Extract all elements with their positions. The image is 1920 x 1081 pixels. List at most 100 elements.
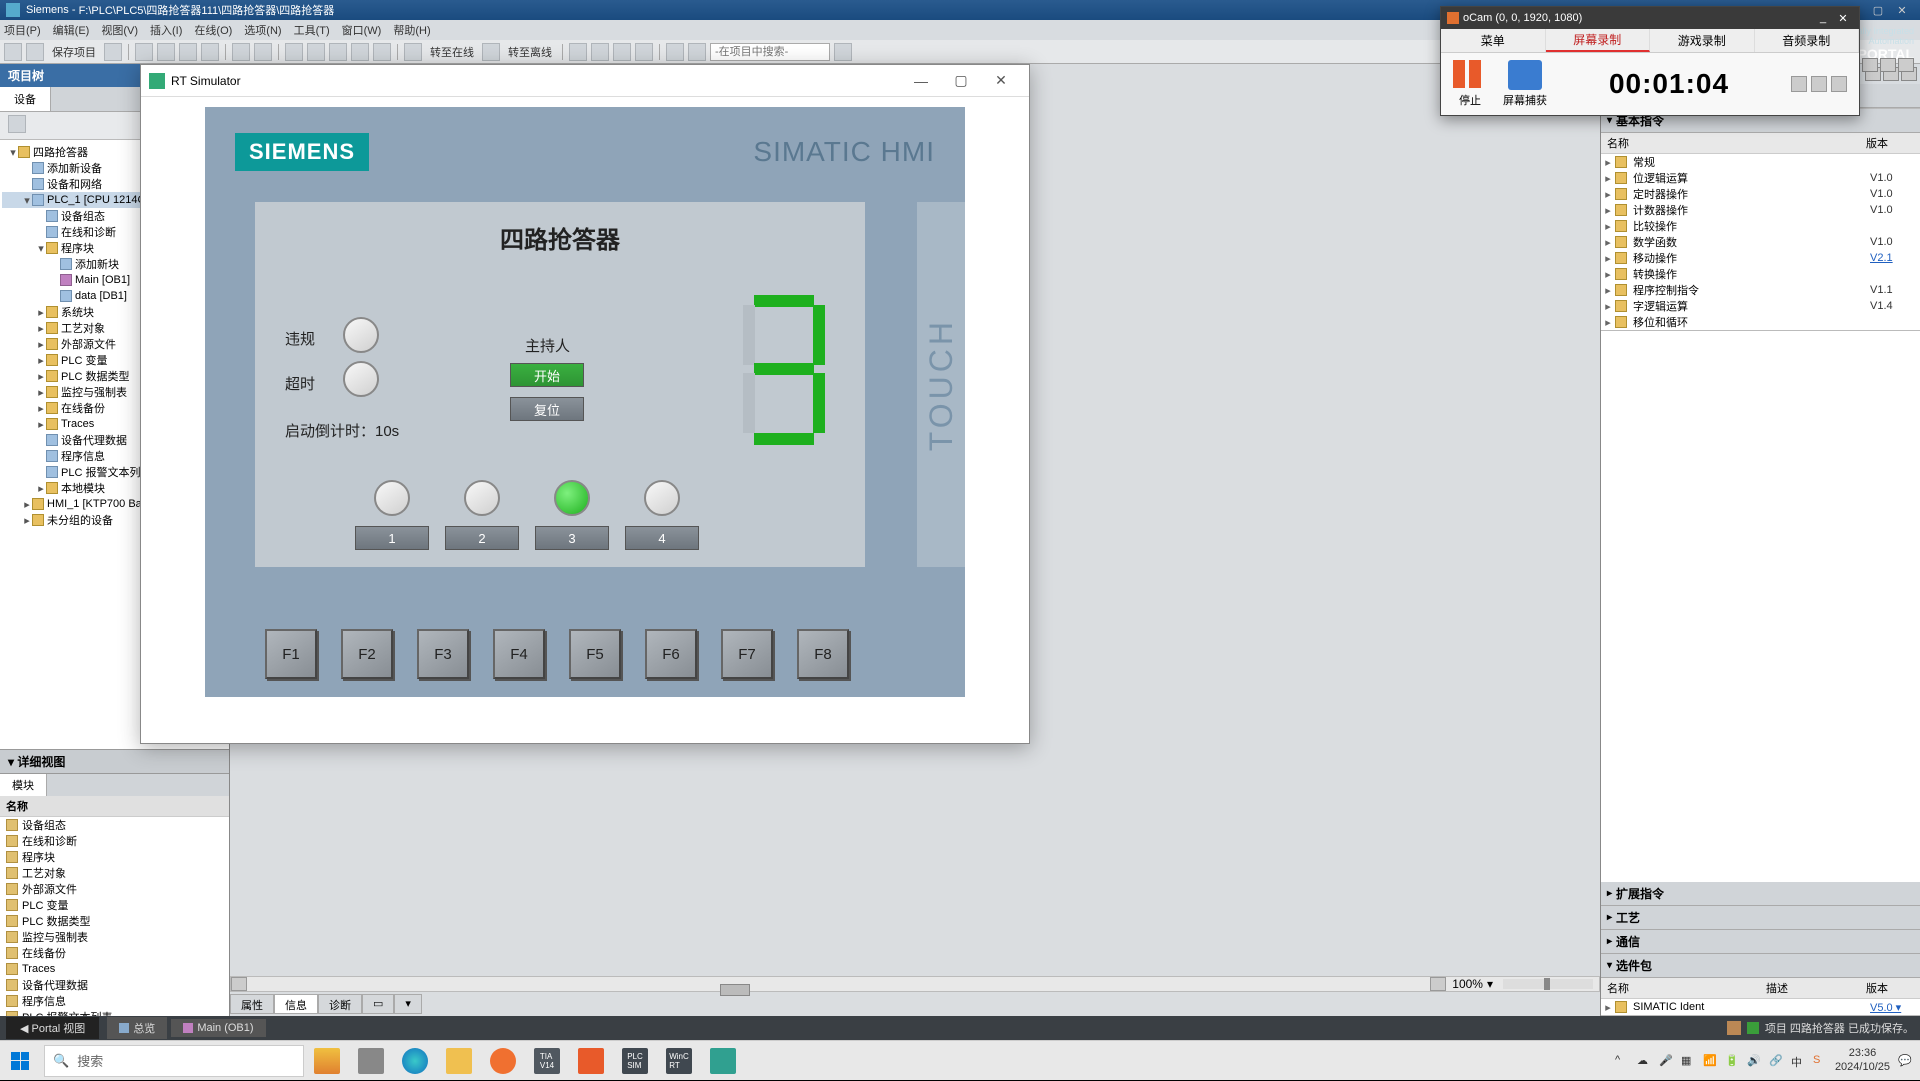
section-options[interactable]: ▾选件包 <box>1601 954 1920 978</box>
tool-sim-icon[interactable] <box>351 43 369 61</box>
expand-icon[interactable]: ▸ <box>36 322 46 335</box>
fkey-f2[interactable]: F2 <box>341 629 393 679</box>
expand-icon[interactable]: ▸ <box>1601 1001 1615 1014</box>
tool-print-icon[interactable] <box>104 43 122 61</box>
fkey-f7[interactable]: F7 <box>721 629 773 679</box>
expand-icon[interactable]: ▸ <box>36 482 46 495</box>
fkey-f6[interactable]: F6 <box>645 629 697 679</box>
col-name[interactable]: 名称 <box>1601 978 1760 998</box>
tool-compile-icon[interactable] <box>285 43 303 61</box>
instruction-row[interactable]: ▸移位和循环 <box>1601 314 1920 330</box>
detail-row[interactable]: Traces <box>0 961 229 977</box>
ocam-capture-button[interactable]: 屏幕捕获 <box>1503 60 1547 108</box>
tb-app-explorer[interactable] <box>440 1042 478 1080</box>
tool-split2-icon[interactable] <box>688 43 706 61</box>
tab-info[interactable]: 信息 <box>274 994 318 1014</box>
taskbar-search[interactable]: 🔍 搜索 <box>44 1045 304 1077</box>
menu-help[interactable]: 帮助(H) <box>393 22 430 38</box>
menu-tools[interactable]: 工具(T) <box>294 22 330 38</box>
sim-minimize-button[interactable]: — <box>901 67 941 95</box>
menu-options[interactable]: 选项(N) <box>244 22 281 38</box>
start-button[interactable] <box>0 1041 40 1081</box>
instruction-row[interactable]: ▸计数器操作V1.0 <box>1601 202 1920 218</box>
tray-onedrive-icon[interactable]: ☁ <box>1637 1054 1651 1068</box>
detail-row[interactable]: 监控与强制表 <box>0 929 229 945</box>
instruction-version[interactable]: V2.1 <box>1870 252 1920 264</box>
fkey-f5[interactable]: F5 <box>569 629 621 679</box>
tb-app-plcsim[interactable]: PLCSIM <box>616 1042 654 1080</box>
tool-split1-icon[interactable] <box>666 43 684 61</box>
tb-app-taskview[interactable] <box>352 1042 390 1080</box>
col-name[interactable]: 名称 <box>1601 133 1860 153</box>
tool-save-label[interactable]: 保存项目 <box>48 44 100 60</box>
fkey-f4[interactable]: F4 <box>493 629 545 679</box>
section-communication[interactable]: ▸通信 <box>1601 930 1920 954</box>
col-description[interactable]: 描述 <box>1760 978 1860 998</box>
detail-row[interactable]: 设备代理数据 <box>0 977 229 993</box>
instruction-row[interactable]: ▸位逻辑运算V1.0 <box>1601 170 1920 186</box>
toolbar-search-input[interactable] <box>710 43 830 61</box>
tool-cut-icon[interactable] <box>135 43 153 61</box>
expand-icon[interactable]: ▾ <box>22 194 32 207</box>
expand-icon[interactable]: ▸ <box>1601 172 1615 185</box>
detail-row[interactable]: PLC 报警文本列表 <box>0 1009 229 1016</box>
tool-paste-icon[interactable] <box>179 43 197 61</box>
expand-icon[interactable]: ▸ <box>36 338 46 351</box>
horizontal-scrollbar[interactable]: 100% ▾ <box>230 976 1600 992</box>
tab-properties[interactable]: 属性 <box>230 994 274 1014</box>
tab-diagnostics[interactable]: 诊断 <box>318 994 362 1014</box>
tb-app-edge[interactable] <box>396 1042 434 1080</box>
ocam-tab-game-rec[interactable]: 游戏录制 <box>1650 29 1755 52</box>
detail-row[interactable]: PLC 变量 <box>0 897 229 913</box>
ocam-small-btn3[interactable] <box>1831 76 1847 92</box>
instruction-row[interactable]: ▸定时器操作V1.0 <box>1601 186 1920 202</box>
scroll-thumb[interactable] <box>720 984 750 996</box>
detail-row[interactable]: 程序块 <box>0 849 229 865</box>
menu-insert[interactable]: 插入(I) <box>150 22 182 38</box>
tool-goonline1-icon[interactable] <box>404 43 422 61</box>
detail-collapse-icon[interactable]: ▾ <box>8 755 17 769</box>
tray-notifications-icon[interactable]: 💬 <box>1898 1054 1912 1068</box>
fkey-f8[interactable]: F8 <box>797 629 849 679</box>
scroll-left-icon[interactable] <box>231 977 247 991</box>
tool-undo-icon[interactable] <box>232 43 250 61</box>
tool-home-icon[interactable] <box>834 43 852 61</box>
player-3-button[interactable]: 3 <box>535 526 609 550</box>
start-button[interactable]: 开始 <box>510 363 584 387</box>
option-version[interactable]: V5.0 ▾ <box>1870 1001 1920 1014</box>
tool-start-icon[interactable] <box>373 43 391 61</box>
ocam-small-btn2[interactable] <box>1811 76 1827 92</box>
ocam-small-btn1[interactable] <box>1791 76 1807 92</box>
player-2-button[interactable]: 2 <box>445 526 519 550</box>
tray-app-icon[interactable]: ▦ <box>1681 1054 1695 1068</box>
tool-copy-icon[interactable] <box>157 43 175 61</box>
expand-icon[interactable]: ▸ <box>1601 316 1615 329</box>
expand-icon[interactable]: ▸ <box>1601 236 1615 249</box>
tool-gooffline-icon[interactable] <box>482 43 500 61</box>
col-version[interactable]: 版本 <box>1860 978 1920 998</box>
expand-icon[interactable]: ▸ <box>36 418 46 431</box>
detail-row[interactable]: 工艺对象 <box>0 865 229 881</box>
tool-new-icon[interactable] <box>4 43 22 61</box>
section-technology[interactable]: ▸工艺 <box>1601 906 1920 930</box>
tool-misc2-icon[interactable] <box>591 43 609 61</box>
portal-btn2[interactable] <box>1880 58 1896 72</box>
detail-row[interactable]: 设备组态 <box>0 817 229 833</box>
tb-app-tia[interactable]: TIAV14 <box>528 1042 566 1080</box>
sim-maximize-button[interactable]: ▢ <box>941 67 981 95</box>
tool-delete-icon[interactable] <box>201 43 219 61</box>
instruction-row[interactable]: ▸程序控制指令V1.1 <box>1601 282 1920 298</box>
expand-icon[interactable]: ▸ <box>1601 220 1615 233</box>
tray-link-icon[interactable]: 🔗 <box>1769 1054 1783 1068</box>
inspector-collapse-icon[interactable]: ▾ <box>394 994 422 1014</box>
expand-icon[interactable]: ▸ <box>36 306 46 319</box>
doc-tab-main[interactable]: Main (OB1) <box>171 1019 265 1037</box>
tool-open-icon[interactable] <box>26 43 44 61</box>
sim-titlebar[interactable]: RT Simulator — ▢ ✕ <box>141 65 1029 97</box>
tray-mic-icon[interactable]: 🎤 <box>1659 1054 1673 1068</box>
ocam-minimize-button[interactable]: _ <box>1813 12 1833 24</box>
player-4-button[interactable]: 4 <box>625 526 699 550</box>
expand-icon[interactable]: ▸ <box>1601 268 1615 281</box>
portal-btn1[interactable] <box>1862 58 1878 72</box>
menu-view[interactable]: 视图(V) <box>101 22 138 38</box>
